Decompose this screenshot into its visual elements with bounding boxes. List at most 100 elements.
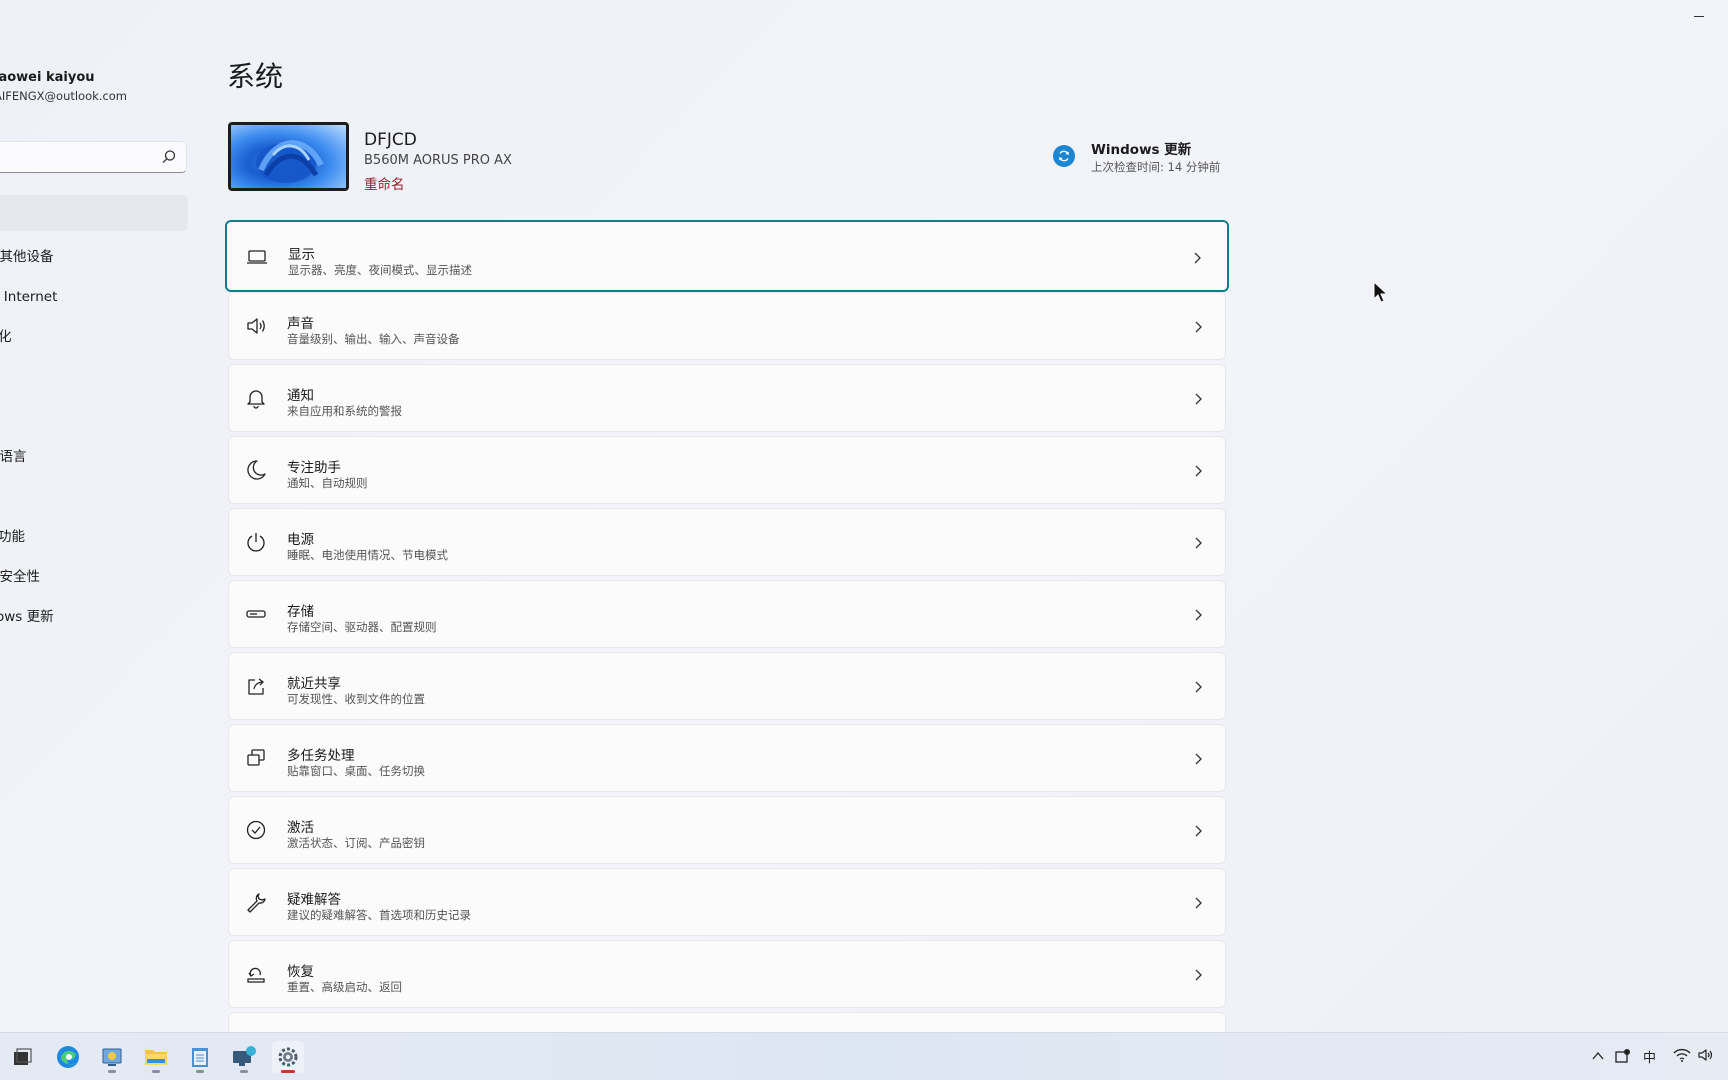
user-name: iaowei kaiyou — [0, 70, 95, 85]
sidebar-item-windows-update[interactable]: ows 更新 — [0, 605, 54, 625]
sidebar-item-privacy[interactable]: 口安全性 — [0, 565, 40, 585]
settings-card-nearby-sharing[interactable]: 就近共享 可发现性、收到文件的位置 — [228, 652, 1226, 720]
settings-card-display[interactable]: 显示 显示器、亮度、夜间模式、显示描述 — [225, 220, 1229, 292]
card-title: 电源 — [287, 532, 314, 548]
sidebar-item-accessibility[interactable]: 功能 — [0, 525, 25, 545]
chevron-right-icon — [1195, 969, 1202, 981]
device-name: DFJCD — [364, 130, 417, 150]
user-email: AIFENGX@outlook.com — [0, 89, 128, 103]
card-title: 显示 — [288, 247, 315, 263]
speaker-icon — [247, 318, 265, 334]
monitor-icon — [247, 250, 267, 264]
edge-icon — [57, 1046, 79, 1068]
settings-card-troubleshoot[interactable]: 疑难解答 建议的疑难解答、首选项和历史记录 — [228, 868, 1226, 936]
wifi-icon[interactable] — [1673, 1047, 1691, 1063]
page-title: 系统 — [227, 60, 284, 93]
wallpaper-bloom-icon — [256, 140, 324, 183]
card-subtitle: 建议的疑难解答、首选项和历史记录 — [287, 908, 471, 922]
card-subtitle: 显示器、亮度、夜间模式、显示描述 — [288, 263, 472, 277]
chevron-up-icon[interactable] — [1591, 1050, 1605, 1062]
sidebar-item-network[interactable]: 口 Internet — [0, 285, 57, 305]
settings-card-notifications[interactable]: 通知 来自应用和系统的警报 — [228, 364, 1226, 432]
volume-icon[interactable] — [1697, 1047, 1715, 1063]
sidebar-item-devices[interactable]: 口其他设备 — [0, 245, 54, 265]
settings-card-recovery[interactable]: 恢复 重置、高级启动、返回 — [228, 940, 1226, 1008]
card-title: 存储 — [287, 604, 314, 620]
card-title: 恢复 — [287, 964, 314, 980]
rename-link[interactable]: 重命名 — [364, 173, 405, 193]
chevron-right-icon — [1195, 537, 1202, 549]
taskbar-settings-button[interactable] — [272, 1041, 304, 1073]
settings-card-storage[interactable]: 存储 存储空间、驱动器、配置规则 — [228, 580, 1226, 648]
sidebar-item-language[interactable]: 口语言 — [0, 445, 27, 465]
taskbar-remote-desktop-button[interactable] — [228, 1041, 260, 1073]
wrench-icon — [247, 893, 266, 913]
minimize-button[interactable] — [1684, 4, 1714, 28]
chevron-right-icon — [1195, 465, 1202, 477]
power-icon — [247, 533, 265, 552]
notepad-icon — [192, 1048, 208, 1067]
running-indicator — [108, 1070, 116, 1073]
taskbar-file-explorer-button[interactable] — [140, 1041, 172, 1073]
windows-update-icon[interactable] — [1053, 145, 1075, 167]
card-subtitle: 重置、高级启动、返回 — [287, 980, 402, 994]
card-subtitle: 贴靠窗口、桌面、任务切换 — [287, 764, 425, 778]
settings-card-activation[interactable]: 激活 激活状态、订阅、产品密钥 — [228, 796, 1226, 864]
device-model: B560M AORUS PRO AX — [364, 153, 512, 168]
folder-icon — [145, 1050, 167, 1065]
search-box[interactable] — [0, 141, 187, 173]
notification-tray-icon[interactable] — [1614, 1047, 1632, 1065]
card-title: 专注助手 — [287, 460, 341, 476]
moon-icon — [247, 460, 266, 480]
sidebar-item-system-selected[interactable] — [0, 195, 188, 231]
settings-card-partial[interactable] — [228, 1012, 1226, 1032]
check-circle-icon — [246, 820, 266, 840]
storage-icon — [246, 610, 266, 618]
windows-update-title[interactable]: Windows 更新 — [1091, 138, 1191, 158]
card-subtitle: 来自应用和系统的警报 — [287, 404, 402, 418]
chevron-right-icon — [1194, 252, 1201, 264]
ime-indicator[interactable]: 中 — [1643, 1047, 1656, 1066]
taskbar: 中 — [0, 1032, 1728, 1080]
bell-icon — [247, 390, 265, 409]
chevron-right-icon — [1195, 393, 1202, 405]
card-subtitle: 睡眠、电池使用情况、节电模式 — [287, 548, 448, 562]
card-subtitle: 可发现性、收到文件的位置 — [287, 692, 425, 706]
taskbar-control-panel-button[interactable] — [96, 1041, 128, 1073]
settings-card-focus-assist[interactable]: 专注助手 通知、自动规则 — [228, 436, 1226, 504]
recovery-icon — [247, 967, 265, 983]
chevron-right-icon — [1195, 321, 1202, 333]
chevron-right-icon — [1195, 753, 1202, 765]
settings-card-sound[interactable]: 声音 音量级别、输出、输入、声音设备 — [228, 292, 1226, 360]
gear-icon — [278, 1047, 298, 1067]
start-icon — [14, 1048, 32, 1065]
taskbar-notepad-button[interactable] — [184, 1041, 216, 1073]
chevron-right-icon — [1195, 609, 1202, 621]
running-indicator — [240, 1070, 248, 1073]
card-subtitle: 激活状态、订阅、产品密钥 — [287, 836, 425, 850]
card-title: 多任务处理 — [287, 748, 355, 764]
settings-card-multitasking[interactable]: 多任务处理 贴靠窗口、桌面、任务切换 — [228, 724, 1226, 792]
settings-card-power[interactable]: 电源 睡眠、电池使用情况、节电模式 — [228, 508, 1226, 576]
card-title: 就近共享 — [287, 676, 341, 692]
taskbar-edge-button[interactable] — [52, 1041, 84, 1073]
remote-desktop-icon — [233, 1046, 256, 1066]
card-subtitle: 通知、自动规则 — [287, 476, 368, 490]
card-title: 激活 — [287, 820, 314, 836]
card-title: 疑难解答 — [287, 892, 341, 908]
taskbar-start-button[interactable] — [6, 1041, 38, 1073]
active-indicator — [281, 1070, 295, 1073]
mouse-cursor-icon — [1373, 281, 1389, 303]
card-title: 通知 — [287, 388, 314, 404]
share-icon — [248, 678, 264, 695]
running-indicator — [196, 1070, 204, 1073]
sidebar: iaowei kaiyou AIFENGX@outlook.com 口其他设备 … — [0, 0, 200, 1032]
multitask-icon — [247, 749, 265, 766]
search-icon[interactable] — [160, 148, 178, 166]
card-subtitle: 存储空间、驱动器、配置规则 — [287, 620, 437, 634]
search-input[interactable] — [0, 142, 151, 170]
device-thumbnail — [228, 122, 349, 191]
sidebar-item-personalization[interactable]: 化 — [0, 325, 12, 345]
control-panel-icon — [102, 1048, 122, 1066]
chevron-right-icon — [1195, 897, 1202, 909]
